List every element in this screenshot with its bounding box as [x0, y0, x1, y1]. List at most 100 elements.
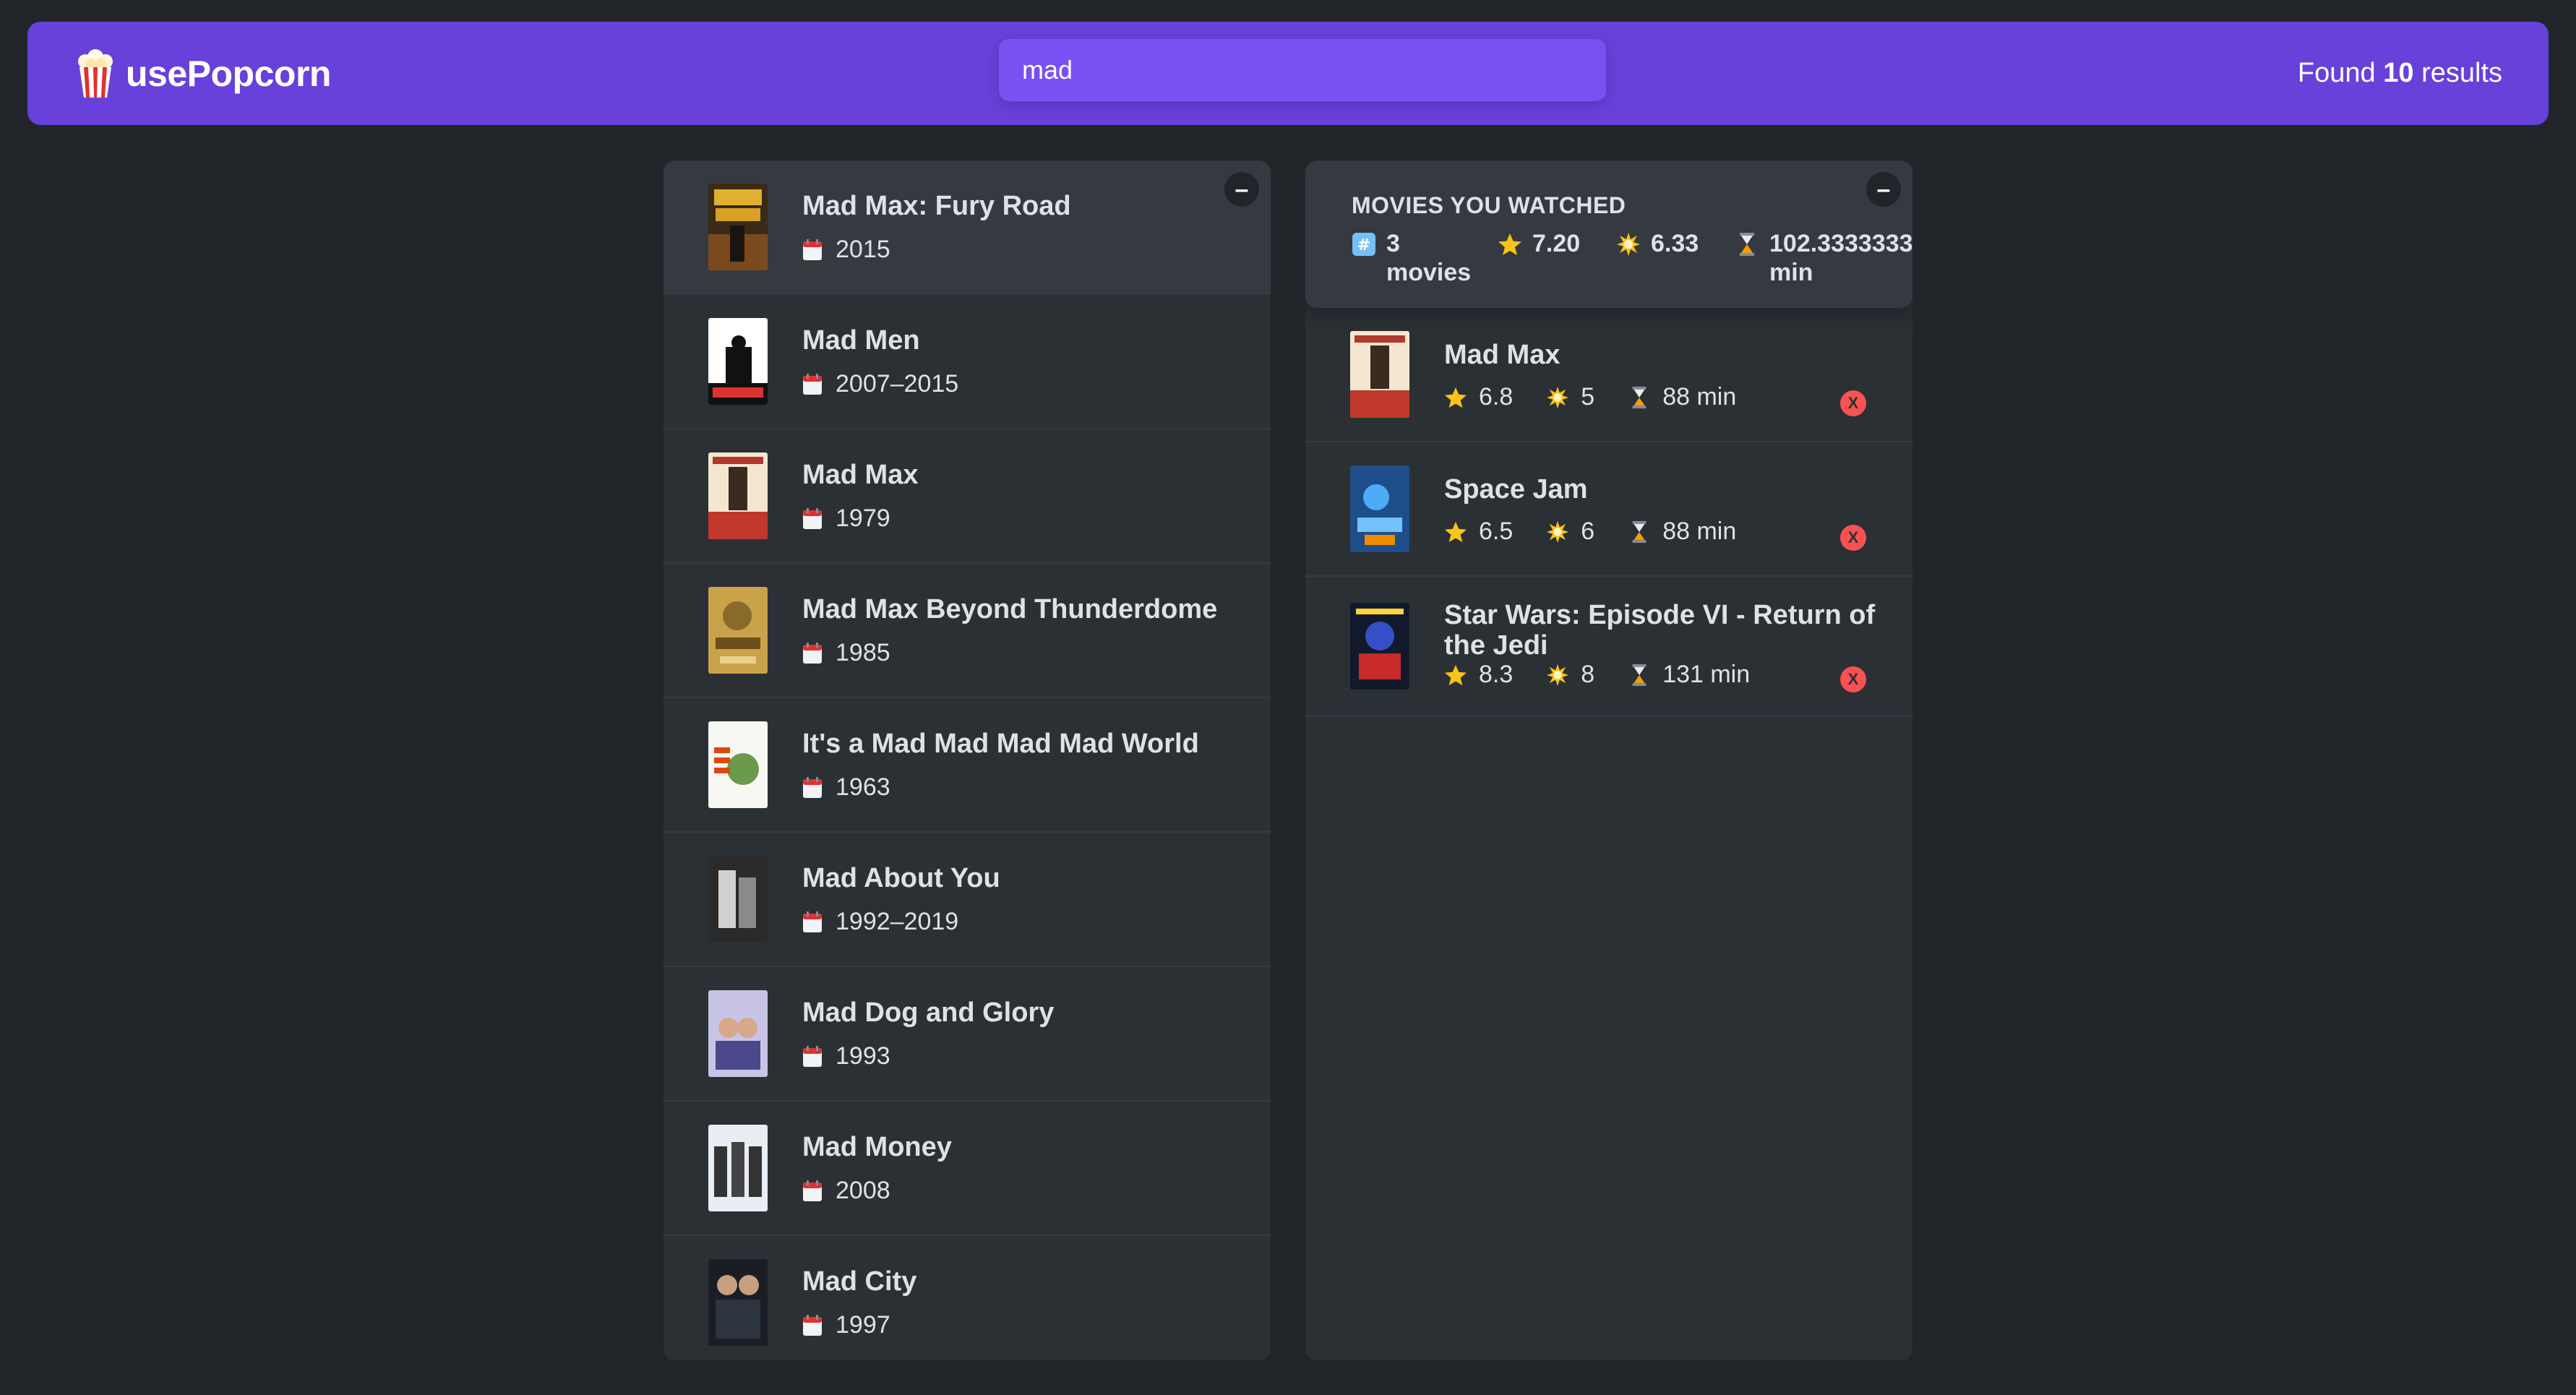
movie-poster: [708, 452, 768, 539]
watched-stats: 8.3 8 131 min: [1444, 661, 1783, 689]
navbar: usePopcorn Found 10 results: [27, 22, 2549, 125]
watched-imdb-value: 6.5: [1479, 518, 1514, 545]
movie-year: 1979: [802, 505, 890, 533]
logo: usePopcorn: [77, 48, 331, 99]
stat-avg-imdb-value: 7.20: [1532, 230, 1581, 257]
movie-title: Mad Max Beyond Thunderdome: [802, 594, 1218, 624]
watched-title: Space Jam: [1444, 474, 1588, 505]
stat-count-text: 3 movies: [1386, 229, 1471, 287]
watched-stats: 6.8 5 88 min: [1444, 383, 1769, 411]
hourglass-icon: [1632, 664, 1647, 686]
glowing-star-icon: [1547, 520, 1569, 543]
movie-item[interactable]: Mad Money 2008: [664, 1102, 1271, 1236]
watched-runtime: 88 min: [1628, 383, 1736, 411]
hourglass-icon: [1632, 520, 1647, 543]
calendar-icon: [803, 239, 822, 260]
movie-list: Mad Max: Fury Road 2015 Mad Men 2007–201…: [664, 160, 1271, 1360]
watched-item: Space Jam 6.5 6 88 min X: [1305, 442, 1912, 577]
movie-poster: [708, 587, 768, 674]
movie-item[interactable]: It's a Mad Mad Mad Mad World 1963: [664, 698, 1271, 833]
movie-item[interactable]: Mad Dog and Glory 1993: [664, 967, 1271, 1102]
results-suffix: results: [2421, 58, 2502, 88]
movie-year-text: 1963: [836, 773, 890, 801]
stat-avg-user: 6.33: [1616, 229, 1699, 258]
watched-imdb-value: 6.8: [1479, 383, 1514, 411]
app-title: usePopcorn: [126, 53, 331, 94]
calendar-icon: [803, 1045, 822, 1067]
star-icon: [1444, 521, 1467, 542]
glowing-star-icon: [1547, 386, 1569, 408]
watched-user: 5: [1546, 383, 1594, 411]
search-results-box: – Mad Max: Fury Road 2015 Mad Men 2007–2…: [664, 160, 1271, 1360]
watched-user: 8: [1546, 661, 1594, 689]
movie-poster: [708, 856, 768, 943]
stat-avg-imdb: 7.20: [1498, 229, 1580, 258]
summary-heading: Movies you watched: [1352, 192, 1626, 218]
movie-item[interactable]: Mad City 1997: [664, 1236, 1271, 1360]
star-icon: [1444, 387, 1467, 408]
movie-poster: [708, 721, 768, 808]
results-prefix: Found: [2297, 58, 2376, 88]
search-input[interactable]: [999, 39, 1606, 101]
movie-year: 1997: [802, 1311, 890, 1339]
movie-item[interactable]: Mad Max 1979: [664, 429, 1271, 564]
watched-title: Mad Max: [1444, 340, 1560, 370]
calendar-icon: [803, 1314, 822, 1336]
calendar-icon: [803, 1180, 822, 1201]
watched-list: Mad Max 6.8 5 88 min X Space Jam 6.5 6 8…: [1305, 308, 1912, 717]
hourglass-icon: [1740, 233, 1754, 256]
calendar-icon: [803, 642, 822, 664]
movie-poster: [708, 184, 768, 270]
stat-runtime-text: 102.33333333 min: [1769, 229, 1912, 287]
stat-runtime-value: 102.33333333: [1769, 230, 1912, 257]
delete-watched-button[interactable]: X: [1840, 390, 1866, 416]
stat-avg-user-value: 6.33: [1651, 230, 1699, 257]
watched-item: Star Wars: Episode VI - Return of the Je…: [1305, 577, 1912, 717]
watched-imdb-value: 8.3: [1479, 661, 1514, 688]
watched-poster: [1350, 331, 1409, 418]
watched-runtime-value: 88 min: [1662, 518, 1737, 545]
glowing-star-icon: [1547, 664, 1569, 686]
delete-watched-button[interactable]: X: [1840, 666, 1866, 692]
watched-user-value: 5: [1581, 383, 1595, 411]
stat-count-unit: movies: [1386, 259, 1472, 286]
watched-runtime-value: 88 min: [1662, 383, 1737, 411]
movie-title: Mad City: [802, 1266, 917, 1297]
watched-poster: [1350, 465, 1409, 552]
results-count: Found 10 results: [2298, 58, 2502, 89]
movie-poster: [708, 318, 768, 405]
summary-stats: # 3 movies 7.20 6.33 102.33333333 min: [1352, 229, 1912, 287]
calendar-icon: [803, 507, 822, 529]
movie-year-text: 1997: [836, 1311, 890, 1339]
collapse-watched-button[interactable]: –: [1866, 172, 1901, 207]
movie-year-text: 1992–2019: [836, 908, 959, 935]
watched-item: Mad Max 6.8 5 88 min X: [1305, 308, 1912, 442]
movie-year-text: 2008: [836, 1177, 890, 1204]
movie-year-text: 1993: [836, 1042, 890, 1070]
watched-runtime: 88 min: [1628, 518, 1736, 546]
watched-user: 6: [1546, 518, 1594, 546]
movie-item[interactable]: Mad Max Beyond Thunderdome 1985: [664, 564, 1271, 698]
watched-user-value: 6: [1581, 518, 1595, 545]
calendar-icon: [803, 776, 822, 798]
movie-title: Mad Max: [802, 460, 919, 490]
hash-icon: #: [1352, 233, 1375, 256]
movie-poster: [708, 990, 768, 1077]
movie-item[interactable]: Mad About You 1992–2019: [664, 833, 1271, 967]
movie-year-text: 1979: [836, 505, 890, 532]
stat-count: # 3 movies: [1352, 229, 1471, 287]
movie-title: Mad Men: [802, 325, 920, 356]
movie-poster: [708, 1125, 768, 1211]
glowing-star-icon: [1617, 233, 1640, 256]
movie-item[interactable]: Mad Men 2007–2015: [664, 295, 1271, 429]
movie-item[interactable]: Mad Max: Fury Road 2015: [664, 160, 1271, 295]
stat-runtime: 102.33333333 min: [1735, 229, 1912, 287]
movie-title: It's a Mad Mad Mad Mad World: [802, 729, 1199, 759]
collapse-results-button[interactable]: –: [1224, 172, 1259, 207]
watched-runtime: 131 min: [1628, 661, 1750, 689]
star-icon: [1498, 233, 1521, 255]
movie-year: 2008: [802, 1177, 890, 1205]
calendar-icon: [803, 373, 822, 395]
hourglass-icon: [1632, 386, 1647, 408]
delete-watched-button[interactable]: X: [1840, 525, 1866, 551]
